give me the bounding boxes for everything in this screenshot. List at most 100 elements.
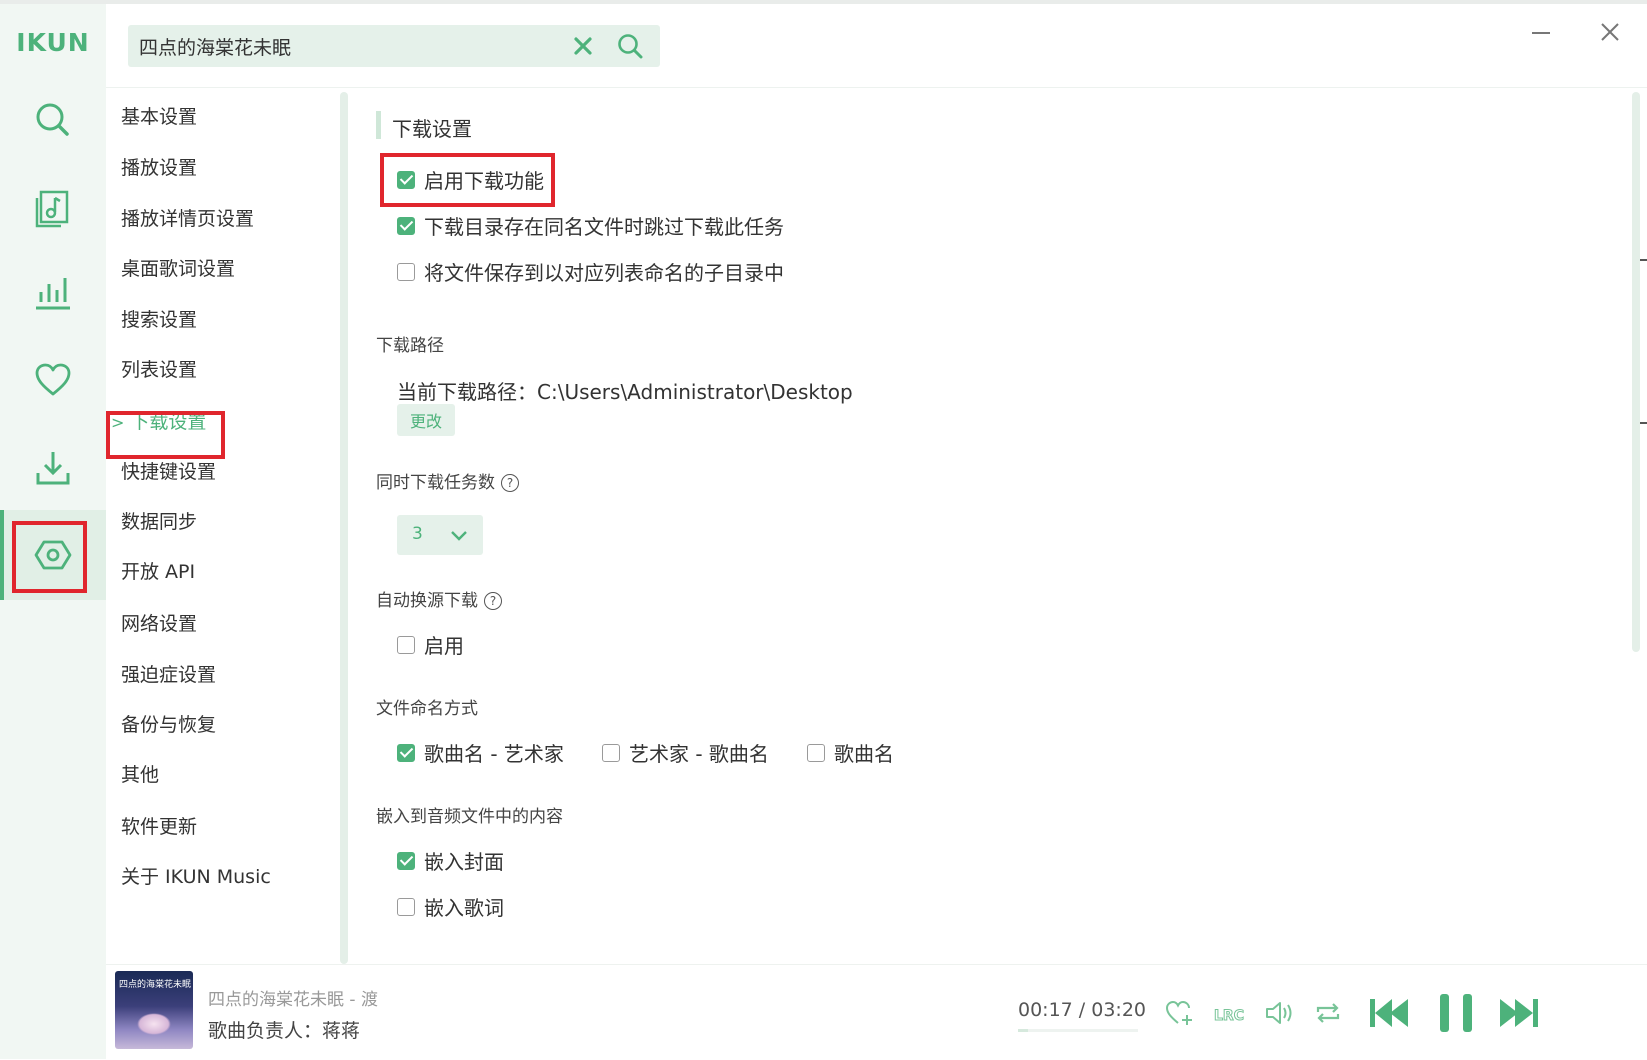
left-rail: IKUN <box>0 4 106 1059</box>
checkbox-label: 艺术家 - 歌曲名 <box>629 742 769 766</box>
label-concurrent-text: 同时下载任务数 <box>376 473 495 493</box>
close-icon[interactable] <box>1596 18 1624 46</box>
chevron-down-icon <box>451 531 467 541</box>
checkbox-save-subdir[interactable]: 将文件保存到以对应列表命名的子目录中 <box>397 257 784 286</box>
volume-icon[interactable] <box>1263 998 1295 1028</box>
progress-bar[interactable] <box>1018 1029 1138 1032</box>
checkbox-naming-artist-song[interactable]: 艺术家 - 歌曲名 <box>602 738 769 767</box>
playback-time: 00:17 / 03:20 <box>1018 999 1146 1021</box>
cover-title: 四点的海棠花未眠 <box>119 980 192 990</box>
checkbox-label: 歌曲名 <box>834 742 894 766</box>
edge-tick <box>1640 422 1647 424</box>
heart-add-icon[interactable] <box>1164 998 1194 1028</box>
song-subtitle: 歌曲负责人：蒋蒋 <box>208 1020 361 1042</box>
nav-scrollbar[interactable] <box>340 92 348 964</box>
edge-tick <box>1640 259 1647 261</box>
app-window: IKUN 基本设置 播放设置 播放详情页设置 桌面歌词设置 <box>0 4 1647 1060</box>
song-title[interactable]: 四点的海棠花未眠 - 渡 <box>208 985 378 1010</box>
nav-item-update[interactable]: 软件更新 <box>121 812 197 839</box>
player-bar: 四点的海棠花未眠 四点的海棠花未眠 - 渡 歌曲负责人：蒋蒋 00:17 / 0… <box>106 964 1647 1060</box>
chevron-right-icon: > <box>111 413 125 432</box>
checkbox-enable-download[interactable]: 启用下载功能 <box>397 165 544 194</box>
concurrent-value: 3 <box>412 524 423 544</box>
search-icon <box>36 103 69 136</box>
checkbox-embed-lyrics[interactable]: 嵌入歌词 <box>397 892 504 921</box>
checkbox-box <box>397 897 415 916</box>
rail-search-button[interactable] <box>0 75 106 165</box>
change-path-button[interactable]: 更改 <box>397 404 455 436</box>
help-icon[interactable]: ? <box>501 474 519 492</box>
nav-item-about[interactable]: 关于 IKUN Music <box>121 862 271 889</box>
label-concurrent: 同时下载任务数? <box>376 468 519 493</box>
label-naming: 文件命名方式 <box>376 699 478 719</box>
checkbox-label: 嵌入歌词 <box>424 896 504 920</box>
search-bar <box>128 25 660 67</box>
nav-item-basic[interactable]: 基本设置 <box>121 102 197 129</box>
progress-fill <box>1018 1029 1029 1032</box>
nav-item-desktop-lyrics[interactable]: 桌面歌词设置 <box>121 254 235 281</box>
app-logo: IKUN <box>16 28 90 57</box>
checkbox-label: 启用下载功能 <box>424 169 544 193</box>
pause-icon[interactable] <box>1436 992 1476 1034</box>
previous-icon[interactable] <box>1368 994 1410 1032</box>
download-icon <box>36 452 70 485</box>
nav-item-playback[interactable]: 播放设置 <box>121 153 197 180</box>
nav-item-list[interactable]: 列表设置 <box>121 355 197 382</box>
search-icon[interactable] <box>616 32 644 60</box>
checkbox-box <box>397 262 415 281</box>
section-marker <box>376 111 381 139</box>
concurrent-select[interactable]: 3 <box>397 515 483 555</box>
checkbox-box <box>397 743 415 762</box>
nav-item-backup[interactable]: 备份与恢复 <box>121 710 216 737</box>
current-path-text: 当前下载路径：C:\Users\Administrator\Desktop <box>397 380 853 404</box>
nav-item-network[interactable]: 网络设置 <box>121 609 197 636</box>
nav-item-other[interactable]: 其他 <box>121 760 159 787</box>
nav-item-sync[interactable]: 数据同步 <box>121 507 197 534</box>
search-input[interactable] <box>137 34 571 58</box>
svg-text:LRC: LRC <box>1214 1008 1244 1024</box>
checkbox-naming-song-artist[interactable]: 歌曲名 - 艺术家 <box>397 738 564 767</box>
lyrics-icon[interactable]: LRC <box>1213 998 1245 1028</box>
rail-chart-button[interactable] <box>0 249 106 339</box>
nav-item-download-label: 下载设置 <box>130 411 207 433</box>
nav-item-play-detail[interactable]: 播放详情页设置 <box>121 204 254 231</box>
nav-item-open-api[interactable]: 开放 API <box>121 557 195 584</box>
checkbox-box <box>397 635 415 654</box>
repeat-icon[interactable] <box>1313 998 1343 1028</box>
checkbox-auto-switch[interactable]: 启用 <box>397 630 464 659</box>
settings-content: 下载设置 启用下载功能 下载目录存在同名文件时跳过下载此任务 将文件保存到以对应… <box>352 88 1632 964</box>
nav-item-download[interactable]: > 下载设置 <box>111 407 206 434</box>
checkbox-box <box>397 216 415 235</box>
checkbox-label: 歌曲名 - 艺术家 <box>424 742 564 766</box>
label-embed: 嵌入到音频文件中的内容 <box>376 807 563 827</box>
label-download-path: 下载路径 <box>376 336 444 356</box>
checkbox-embed-cover[interactable]: 嵌入封面 <box>397 846 504 875</box>
clear-icon[interactable] <box>570 33 596 59</box>
checkbox-skip-existing[interactable]: 下载目录存在同名文件时跳过下载此任务 <box>397 211 784 240</box>
minimize-icon[interactable] <box>1528 14 1554 40</box>
rail-settings-button[interactable] <box>0 510 106 600</box>
checkbox-naming-song[interactable]: 歌曲名 <box>807 738 894 767</box>
music-library-icon <box>35 190 69 228</box>
help-icon[interactable]: ? <box>484 592 502 610</box>
settings-icon <box>34 540 72 570</box>
cover-flower-image <box>137 1013 171 1035</box>
checkbox-label: 将文件保存到以对应列表命名的子目录中 <box>424 261 784 285</box>
next-icon[interactable] <box>1498 994 1540 1032</box>
rail-download-button[interactable] <box>0 423 106 513</box>
section-title: 下载设置 <box>392 117 472 141</box>
checkbox-label: 下载目录存在同名文件时跳过下载此任务 <box>424 215 784 239</box>
nav-item-hotkeys[interactable]: 快捷键设置 <box>121 457 216 484</box>
nav-item-ocd[interactable]: 强迫症设置 <box>121 660 216 687</box>
nav-item-search[interactable]: 搜索设置 <box>121 305 197 332</box>
label-auto-switch-text: 自动换源下载 <box>376 591 478 611</box>
rail-favorites-button[interactable] <box>0 335 106 425</box>
rail-library-button[interactable] <box>0 163 106 253</box>
content-scrollbar[interactable] <box>1632 92 1640 652</box>
album-cover[interactable]: 四点的海棠花未眠 <box>115 971 193 1049</box>
checkbox-box <box>397 170 415 189</box>
checkbox-label: 嵌入封面 <box>424 850 504 874</box>
heart-icon <box>35 363 71 396</box>
checkbox-box <box>807 743 825 762</box>
checkbox-box <box>602 743 620 762</box>
